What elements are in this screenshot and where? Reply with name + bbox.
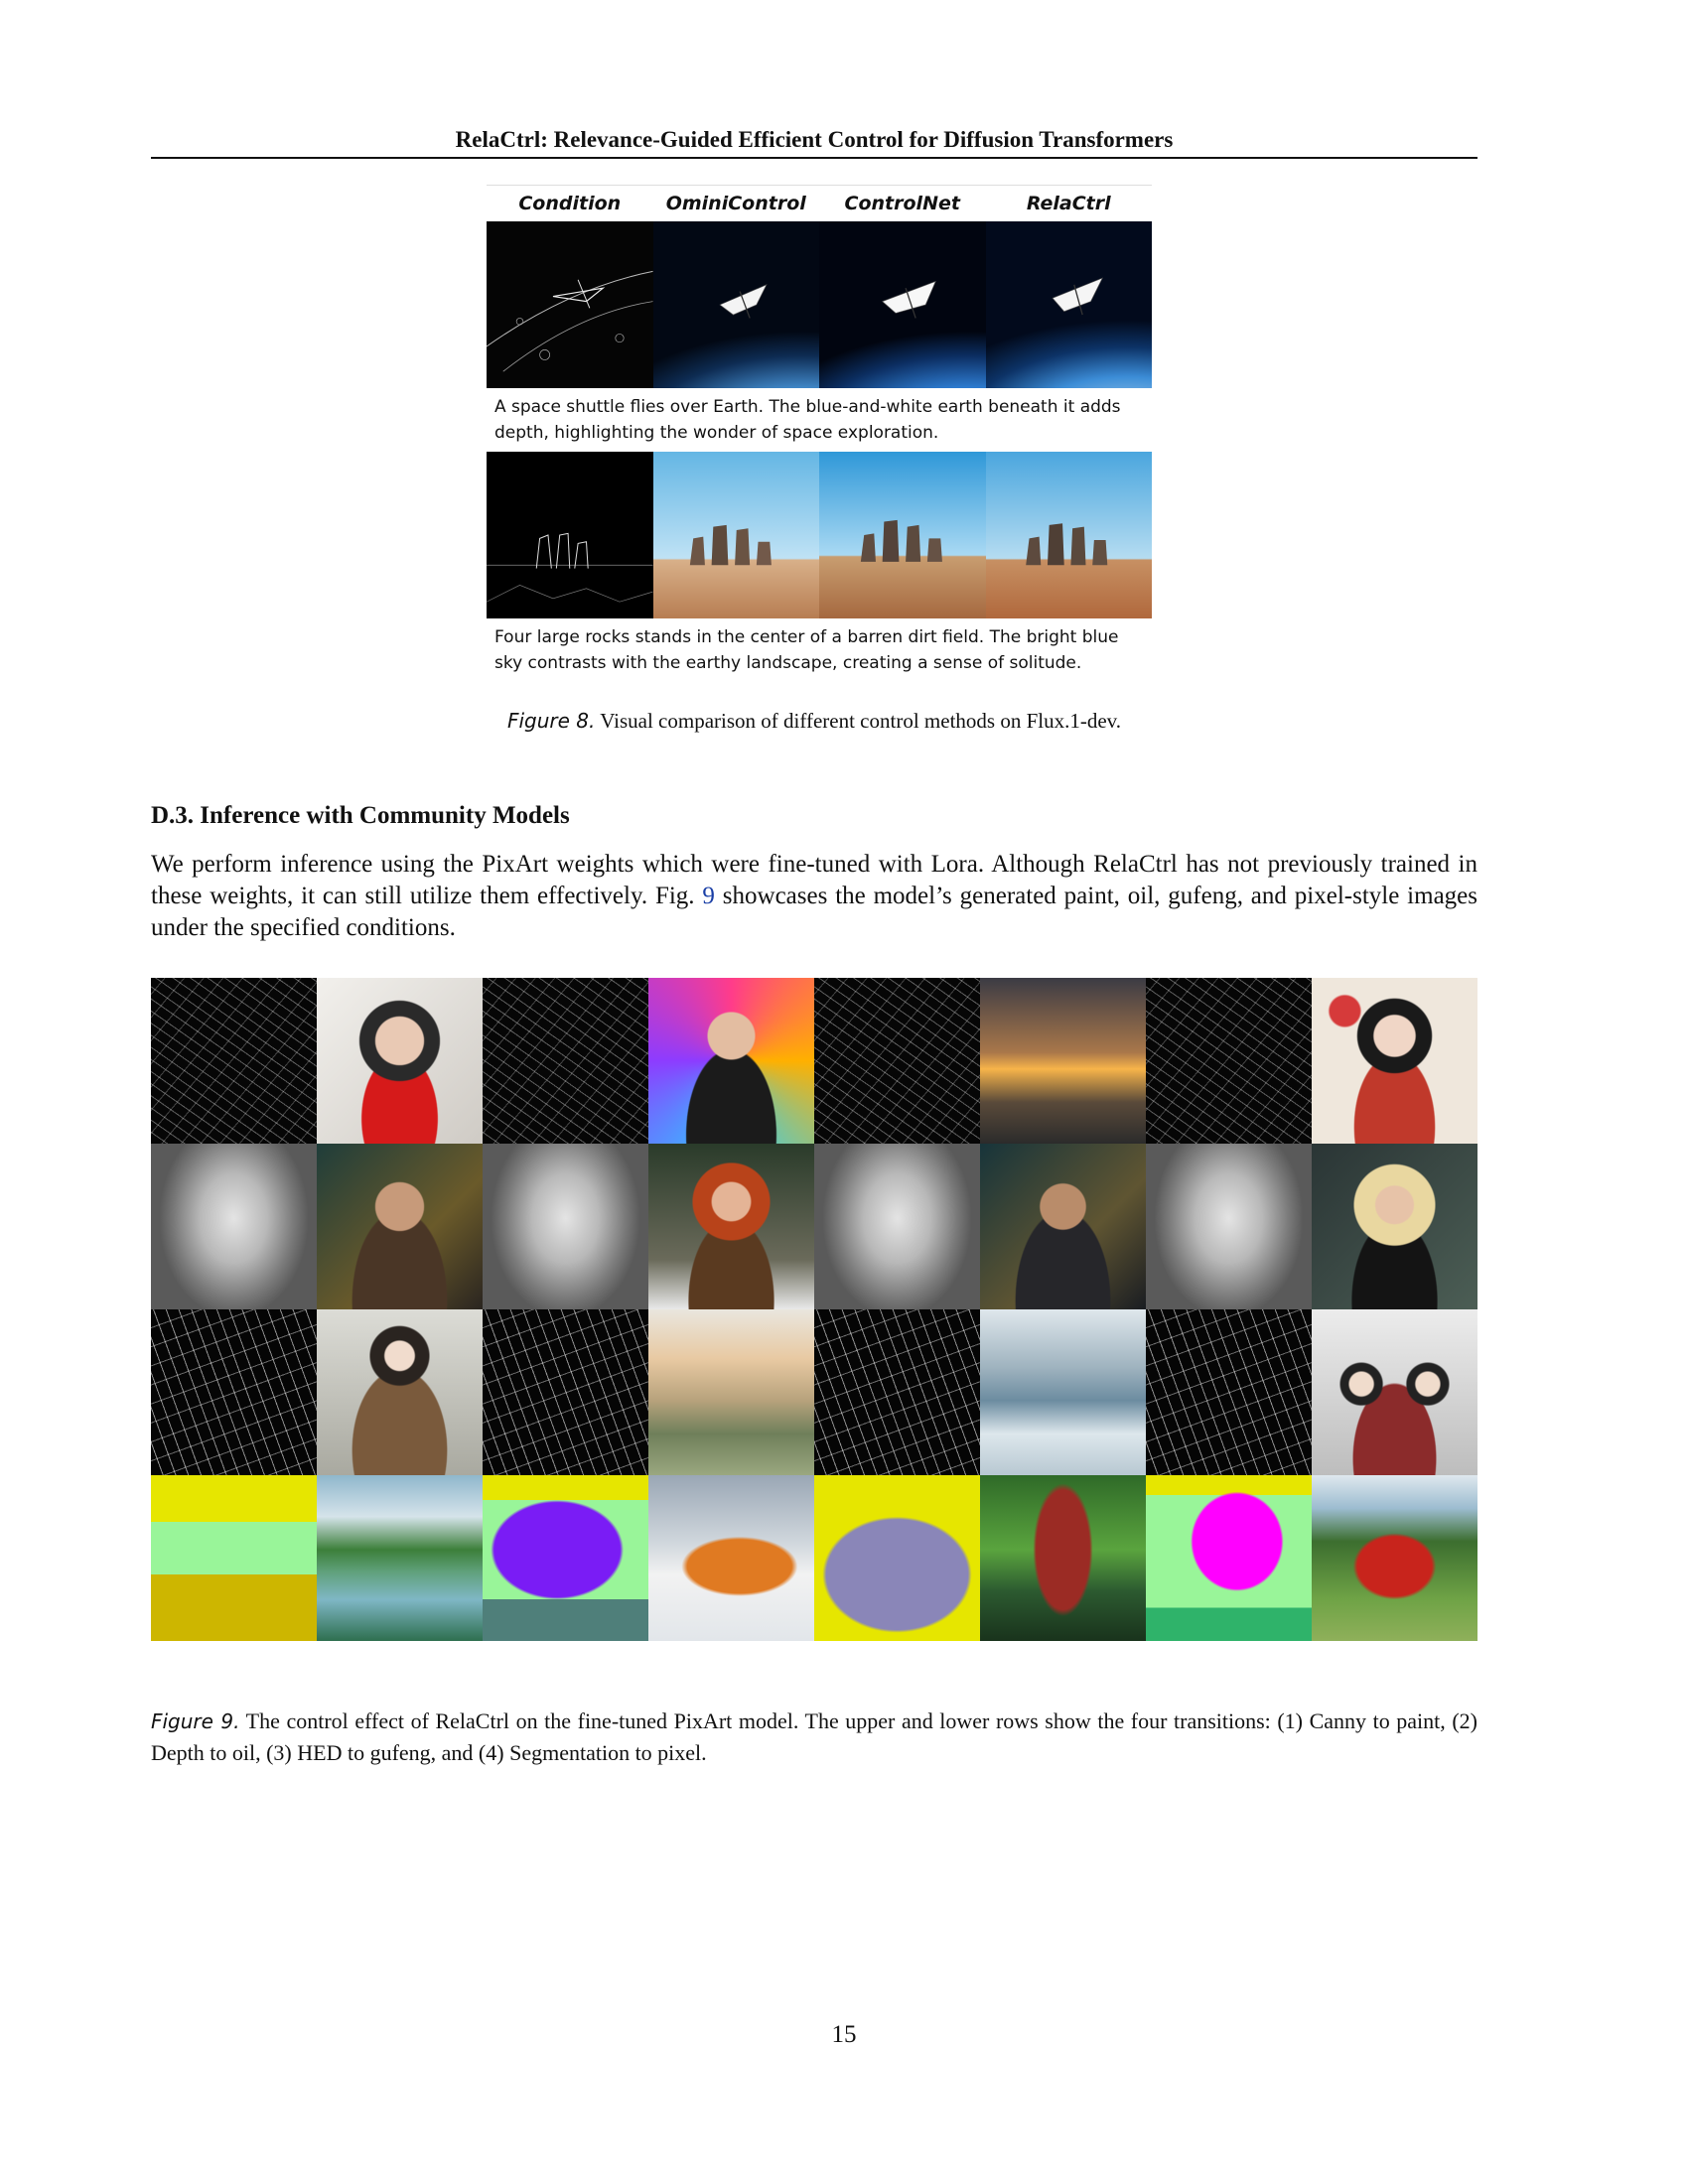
oil-output-redhead <box>648 1144 814 1309</box>
running-title: RelaCtrl: Relevance-Guided Efficient Con… <box>455 127 1174 152</box>
shuttle-ominicontrol-image <box>652 221 819 388</box>
figure-9-caption-text: The control effect of RelaCtrl on the fi… <box>151 1708 1478 1765</box>
segmentation-condition-lake <box>151 1475 317 1641</box>
rocks-relactrl-image <box>985 452 1152 618</box>
gufeng-output-girls <box>1312 1309 1477 1475</box>
column-header-ominicontrol: OminiControl <box>665 193 806 214</box>
rocks-prompt: Four large rocks stands in the center of… <box>494 627 1119 673</box>
shuttle-condition-image <box>487 221 653 388</box>
page-number: 15 <box>831 2021 857 2048</box>
pixel-output-pagoda <box>980 1475 1146 1641</box>
figure-8-caption-text: Visual comparison of different control m… <box>600 709 1122 733</box>
shuttle-controlnet-image <box>819 221 986 388</box>
segmentation-condition-cabin <box>1146 1475 1312 1641</box>
figure-8-row-shuttle <box>487 221 1152 388</box>
figure-9-label: Figure 9. <box>151 1709 240 1733</box>
gufeng-output-valley <box>648 1309 814 1475</box>
figure-8-row-rocks <box>487 452 1152 618</box>
oil-output-man <box>317 1144 483 1309</box>
segmentation-condition-pagoda <box>814 1475 980 1641</box>
hed-condition-harbor <box>814 1309 980 1475</box>
column-header-relactrl: RelaCtrl <box>1026 193 1111 214</box>
section-heading: D.3. Inference with Community Models <box>151 802 570 829</box>
figure-9-reference-link[interactable]: 9 <box>702 883 715 909</box>
hed-condition-valley <box>483 1309 648 1475</box>
paint-output-city <box>980 978 1146 1144</box>
depth-condition-blonde <box>1146 1144 1312 1309</box>
gufeng-output-harbor <box>980 1309 1146 1475</box>
section-paragraph: We perform inference using the PixArt we… <box>151 849 1477 944</box>
oil-output-man-2 <box>980 1144 1146 1309</box>
canny-condition-man <box>483 978 648 1144</box>
figure-9-grid <box>151 978 1477 1641</box>
shuttle-prompt: A space shuttle flies over Earth. The bl… <box>494 397 1121 443</box>
column-header-condition: Condition <box>518 193 622 214</box>
rocks-controlnet-image <box>819 452 986 618</box>
pixel-output-tiger <box>648 1475 814 1641</box>
hed-condition-girls <box>1146 1309 1312 1475</box>
paint-output-woman <box>317 978 483 1144</box>
canny-condition-woman <box>151 978 317 1144</box>
figure-8: Condition OminiControl ControlNet RelaCt… <box>487 185 1152 682</box>
figure-9-caption: Figure 9. The control effect of RelaCtrl… <box>151 1706 1477 1768</box>
shuttle-relactrl-image <box>985 221 1152 388</box>
canny-condition-geisha <box>1146 978 1312 1144</box>
gufeng-output-coat <box>317 1309 483 1475</box>
oil-output-blonde <box>1312 1144 1477 1309</box>
canny-condition-city <box>814 978 980 1144</box>
depth-condition-man-2 <box>814 1144 980 1309</box>
paint-output-geisha <box>1312 978 1477 1144</box>
depth-condition-woman <box>483 1144 648 1309</box>
figure-8-caption: Figure 8. Visual comparison of different… <box>151 707 1477 736</box>
pixel-output-cabin <box>1312 1475 1477 1641</box>
depth-condition-man <box>151 1144 317 1309</box>
rocks-condition-image <box>487 452 653 618</box>
pixel-output-lake <box>317 1475 483 1641</box>
figure-8-column-headers: Condition OminiControl ControlNet RelaCt… <box>487 185 1152 221</box>
paint-output-man <box>648 978 814 1144</box>
header-rule <box>151 157 1477 159</box>
rocks-ominicontrol-image <box>652 452 819 618</box>
figure-8-label: Figure 8. <box>506 709 596 733</box>
column-header-controlnet: ControlNet <box>844 193 960 214</box>
hed-condition-coat <box>151 1309 317 1475</box>
segmentation-condition-tiger <box>483 1475 648 1641</box>
